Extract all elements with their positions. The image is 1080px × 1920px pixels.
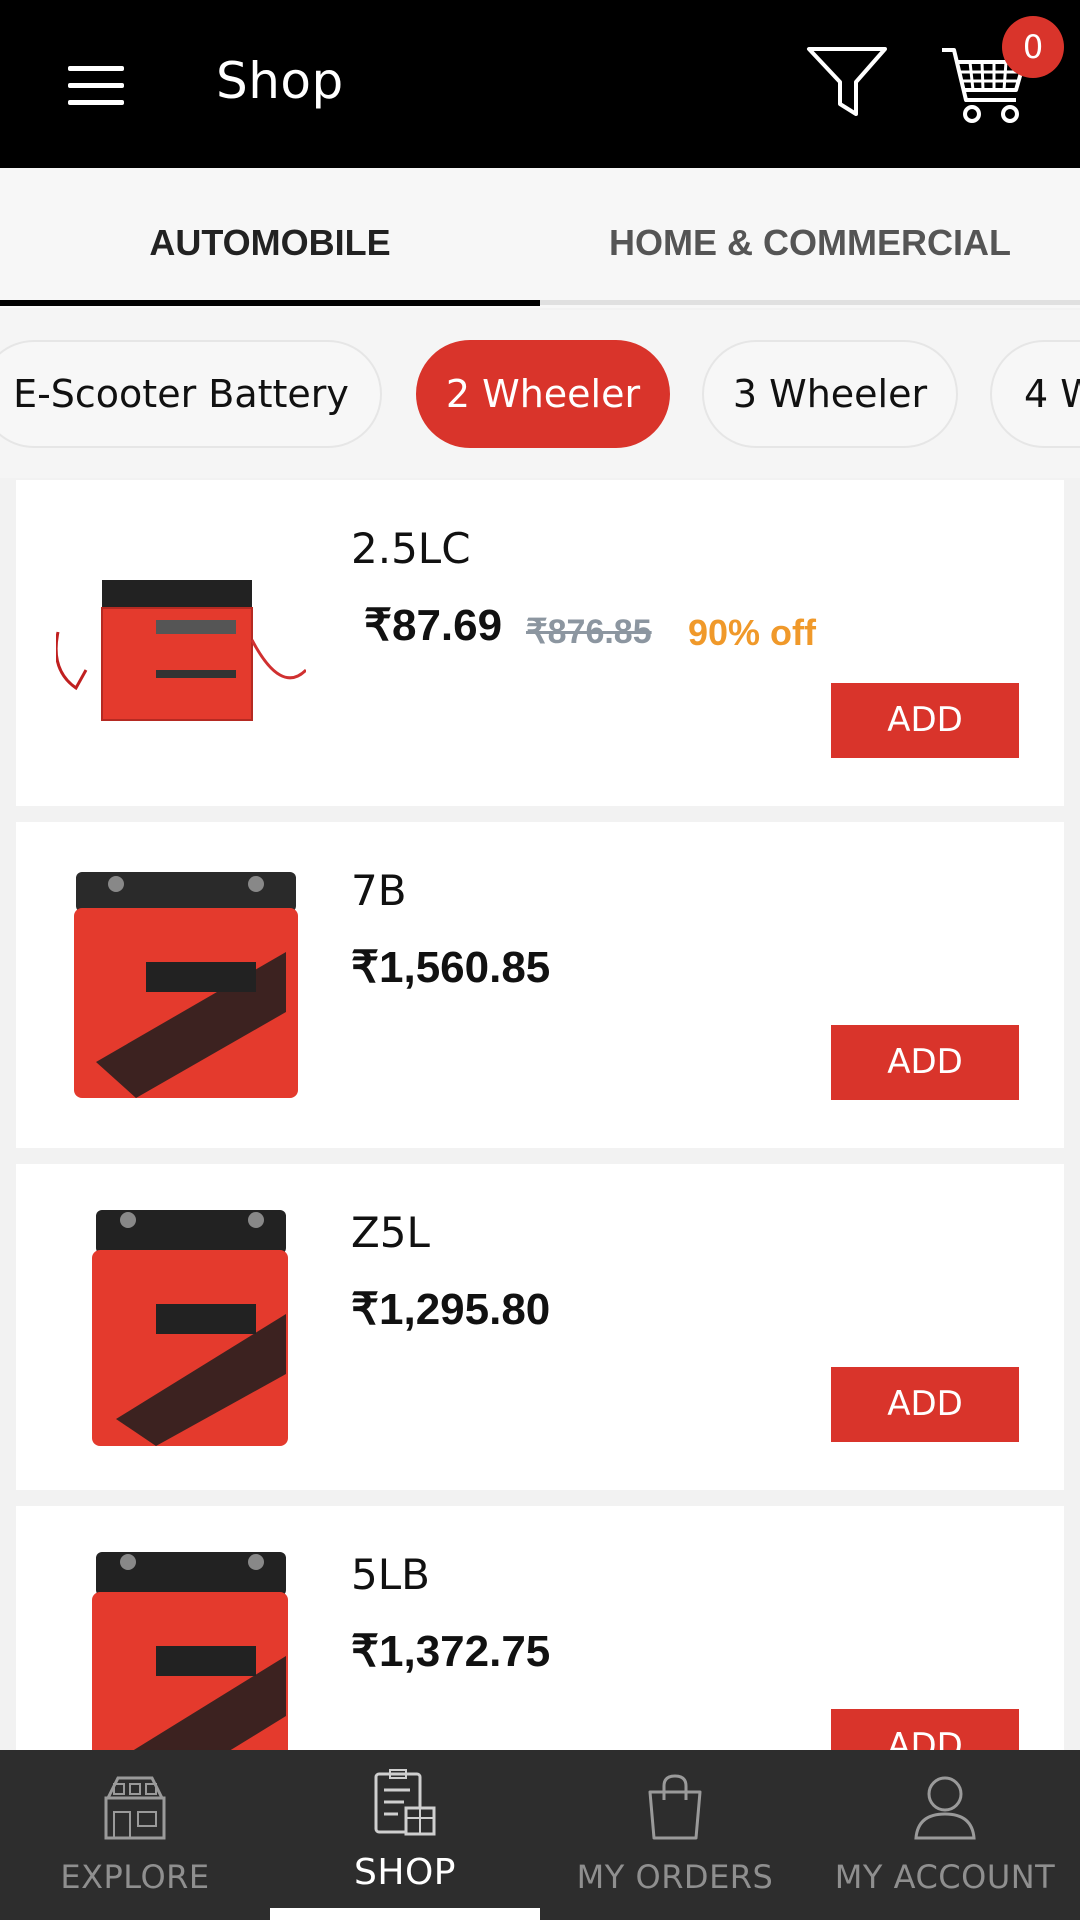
battery-image [74, 872, 298, 1098]
chip-2-wheeler[interactable]: 2 Wheeler [416, 340, 670, 448]
product-price: ₹1,560.85 [351, 943, 551, 992]
product-mrp: ₹876.85 [526, 613, 652, 651]
battery-image [92, 1210, 288, 1446]
nav-label: SHOP [354, 1852, 456, 1893]
nav-explore[interactable]: EXPLORE [0, 1750, 270, 1920]
chip-e-scooter-battery[interactable]: E-Scooter Battery [0, 340, 382, 448]
nav-label: EXPLORE [60, 1858, 210, 1896]
user-icon [914, 1776, 976, 1840]
store-icon [104, 1776, 166, 1840]
product-price: ₹1,295.80 [351, 1285, 551, 1334]
product-card[interactable]: 7B ₹1,560.85 ADD [16, 822, 1064, 1148]
nav-my-account[interactable]: MY ACCOUNT [810, 1750, 1080, 1920]
add-button[interactable]: ADD [831, 683, 1019, 758]
chip-3-wheeler[interactable]: 3 Wheeler [702, 340, 958, 448]
active-nav-indicator [270, 1908, 540, 1920]
gift-list-icon [374, 1769, 436, 1836]
menu-icon[interactable] [68, 66, 124, 106]
product-name: Z5L [351, 1208, 430, 1257]
shopping-bag-icon [648, 1774, 702, 1840]
active-tab-indicator [0, 300, 540, 306]
page-title: Shop [216, 52, 344, 110]
product-price: ₹1,372.75 [351, 1627, 551, 1676]
tab-home-commercial[interactable]: HOME & COMMERCIAL [540, 168, 1080, 308]
product-card[interactable]: 5LB ₹1,372.75 ADD [16, 1506, 1064, 1750]
nav-shop[interactable]: SHOP [270, 1750, 540, 1920]
product-price: ₹87.69 [364, 601, 503, 650]
tab-divider [540, 300, 1080, 305]
product-list[interactable]: 2.5LC ₹87.69 ₹876.85 90% off ADD 7B ₹1,5… [0, 478, 1080, 1750]
add-button[interactable]: ADD [831, 1367, 1019, 1442]
product-name: 2.5LC [351, 524, 471, 573]
product-discount: 90% off [688, 612, 817, 653]
battery-image [56, 580, 306, 721]
category-tabs: AUTOMOBILE HOME & COMMERCIAL [0, 168, 1080, 308]
app-header: Shop 0 [0, 0, 1080, 168]
product-card[interactable]: 2.5LC ₹87.69 ₹876.85 90% off ADD [16, 480, 1064, 806]
product-name: 5LB [351, 1550, 430, 1599]
add-button[interactable]: ADD [831, 1709, 1019, 1750]
add-button[interactable]: ADD [831, 1025, 1019, 1100]
battery-image [92, 1552, 288, 1750]
filter-icon[interactable] [806, 46, 888, 118]
product-name: 7B [351, 866, 407, 915]
chip-4-wheeler[interactable]: 4 Wheeler [990, 340, 1080, 448]
tab-automobile[interactable]: AUTOMOBILE [0, 168, 540, 308]
subcategory-chips[interactable]: E-Scooter Battery 2 Wheeler 3 Wheeler 4 … [0, 310, 1080, 478]
nav-label: MY ORDERS [576, 1858, 774, 1896]
cart-count-badge: 0 [1002, 16, 1064, 78]
product-card[interactable]: Z5L ₹1,295.80 ADD [16, 1164, 1064, 1490]
bottom-navigation: EXPLORE SHOP MY ORDERS MY ACCOUNT [0, 1750, 1080, 1920]
nav-label: MY ACCOUNT [834, 1858, 1056, 1896]
nav-my-orders[interactable]: MY ORDERS [540, 1750, 810, 1920]
